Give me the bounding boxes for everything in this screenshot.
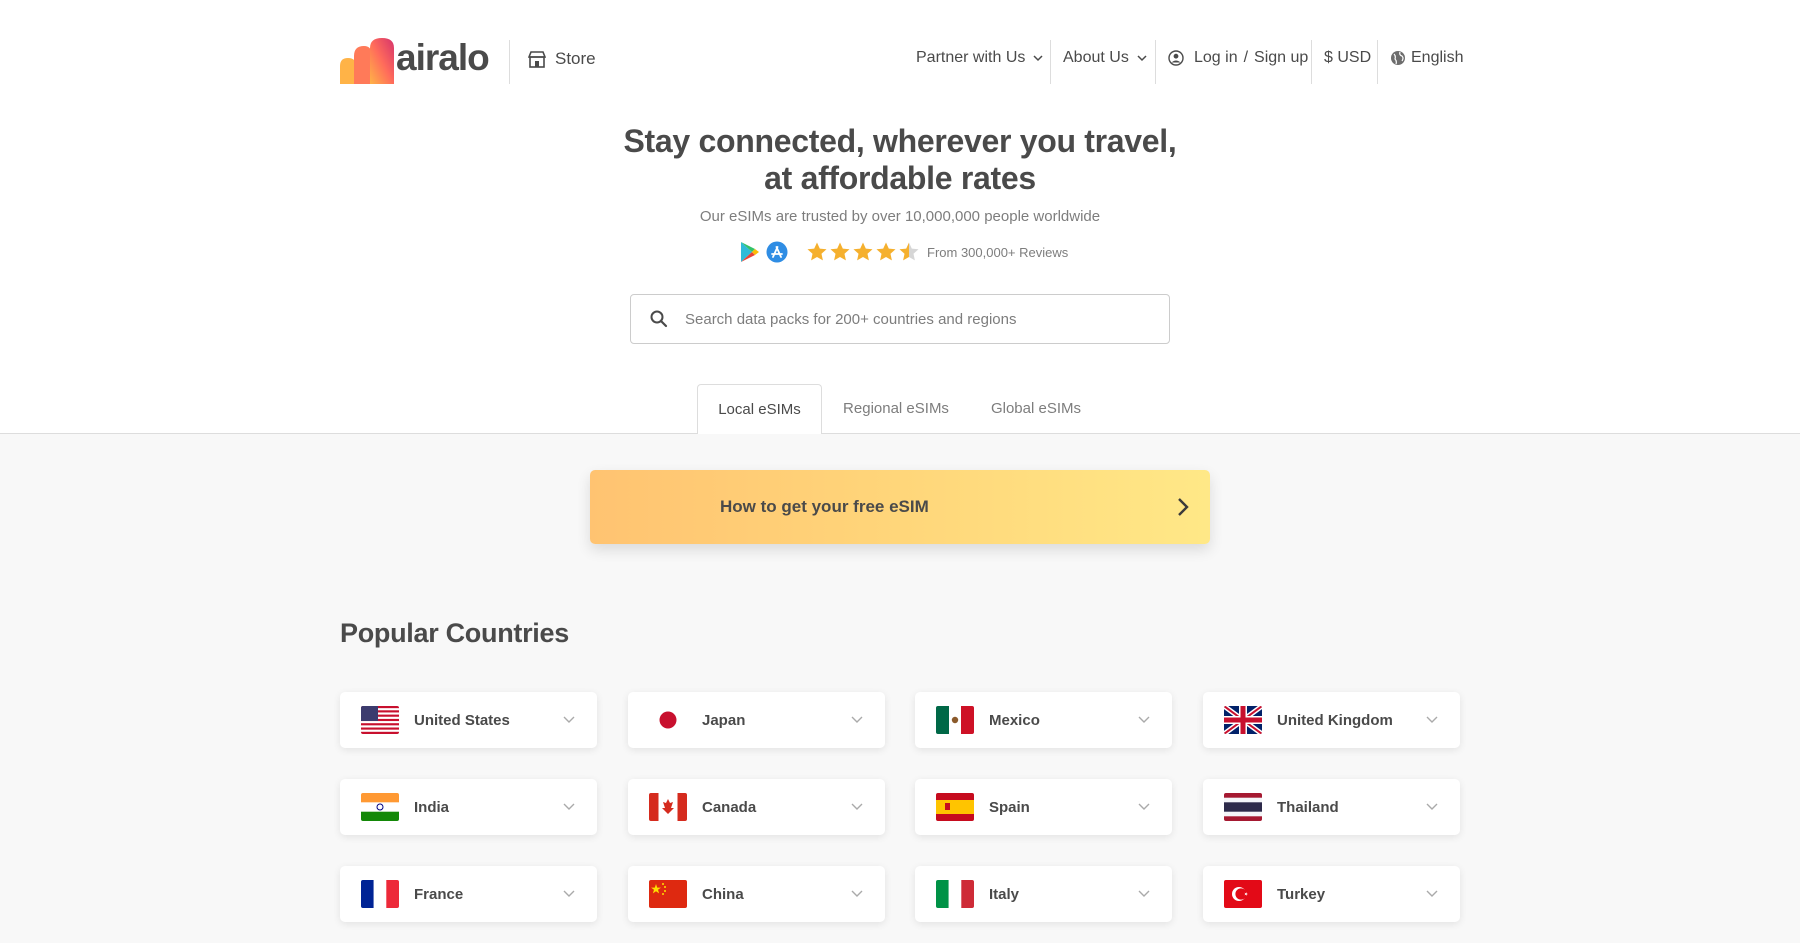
chevron-down-icon [563, 890, 575, 897]
country-name: Japan [702, 711, 746, 729]
chevron-down-icon [1137, 55, 1147, 62]
globe-icon [1391, 51, 1405, 65]
star-full-icon [876, 242, 896, 261]
store-link[interactable]: Store [528, 49, 596, 69]
chevron-down-icon [1033, 55, 1043, 62]
chevron-down-icon [563, 803, 575, 810]
tab-local-esims[interactable]: Local eSIMs [697, 384, 822, 434]
country-card-japan[interactable]: Japan [628, 692, 885, 748]
country-name: Turkey [1277, 885, 1326, 903]
chevron-down-icon [1426, 716, 1438, 723]
mexico-flag-icon [936, 706, 974, 734]
chevron-down-icon [851, 803, 863, 810]
thailand-flag-icon [1224, 793, 1262, 821]
rating-stars [806, 241, 921, 263]
currency-label: $ USD [1324, 49, 1372, 66]
country-name: India [414, 798, 450, 816]
chevron-down-icon [1138, 890, 1150, 897]
country-name: Mexico [989, 711, 1040, 729]
about-label: About Us [1063, 49, 1129, 66]
star-full-icon [830, 242, 850, 261]
reviews-count: From 300,000+ Reviews [927, 244, 1069, 260]
account-menu: Log in / Sign up [1168, 49, 1308, 67]
country-card-united-states[interactable]: United States [340, 692, 597, 748]
search-icon [650, 310, 668, 328]
nav-divider [509, 40, 510, 84]
country-name: Canada [702, 798, 757, 816]
japan-flag-icon [649, 706, 687, 734]
hero-subtitle: Our eSIMs are trusted by over 10,000,000… [699, 208, 1101, 225]
nav-divider [1377, 40, 1378, 84]
star-full-icon [853, 242, 873, 261]
country-card-india[interactable]: India [340, 779, 597, 835]
chevron-right-icon [1178, 498, 1189, 516]
nav-divider [1311, 40, 1312, 84]
italy-flag-icon [936, 880, 974, 908]
chevron-down-icon [851, 716, 863, 723]
search-input[interactable] [683, 309, 1127, 329]
uk-flag-icon [1224, 706, 1262, 734]
currency-selector[interactable]: $ USD [1324, 49, 1371, 67]
google-play-icon[interactable] [740, 241, 760, 263]
hero-title: Stay connected, wherever you travel, at … [0, 123, 1800, 197]
country-card-mexico[interactable]: Mexico [915, 692, 1172, 748]
turkey-flag-icon [1224, 880, 1262, 908]
chevron-down-icon [1426, 803, 1438, 810]
banner-text: How to get your free eSIM [720, 497, 929, 516]
country-card-italy[interactable]: Italy [915, 866, 1172, 922]
country-card-thailand[interactable]: Thailand [1203, 779, 1460, 835]
rating-row: From 300,000+ Reviews [740, 241, 1068, 263]
chevron-down-icon [1426, 890, 1438, 897]
login-link[interactable]: Log in [1194, 49, 1238, 67]
hero-title-line-2: at affordable rates [764, 160, 1036, 196]
tab-global-esims[interactable]: Global eSIMs [978, 384, 1094, 433]
country-name: Italy [989, 885, 1020, 903]
star-full-icon [807, 242, 827, 261]
store-label: Store [555, 49, 596, 68]
user-icon [1168, 50, 1184, 66]
airalo-logo[interactable]: airalo [340, 37, 490, 84]
chevron-down-icon [563, 716, 575, 723]
tab-regional-esims[interactable]: Regional eSIMs [832, 384, 960, 433]
chevron-down-icon [851, 890, 863, 897]
canada-flag-icon [649, 793, 687, 821]
nav-divider [1155, 40, 1156, 84]
search-box[interactable] [630, 294, 1170, 344]
country-card-spain[interactable]: Spain [915, 779, 1172, 835]
language-selector[interactable]: English [1390, 49, 1463, 67]
country-card-united-kingdom[interactable]: United Kingdom [1203, 692, 1460, 748]
china-flag-icon [649, 880, 687, 908]
country-card-turkey[interactable]: Turkey [1203, 866, 1460, 922]
logo-text: airalo [396, 37, 490, 78]
popular-countries-title: Popular Countries [340, 618, 569, 648]
partner-label: Partner with Us [916, 49, 1026, 66]
hero-title-line-1: Stay connected, wherever you travel, [623, 123, 1177, 159]
login-separator: / [1243, 49, 1249, 66]
partner-menu[interactable]: Partner with Us [916, 49, 1043, 67]
country-name: Thailand [1277, 798, 1339, 816]
star-half-icon [899, 242, 919, 261]
country-card-france[interactable]: France [340, 866, 597, 922]
country-card-canada[interactable]: Canada [628, 779, 885, 835]
about-menu[interactable]: About Us [1063, 49, 1147, 67]
country-name: China [702, 885, 744, 903]
signup-link[interactable]: Sign up [1254, 49, 1308, 67]
app-store-icon[interactable] [766, 241, 788, 263]
free-esim-banner[interactable]: How to get your free eSIM [590, 470, 1210, 544]
nav-divider [1050, 40, 1051, 84]
country-name: France [414, 885, 464, 903]
spain-flag-icon [936, 793, 974, 821]
country-name: United States [414, 711, 510, 729]
france-flag-icon [361, 880, 399, 908]
india-flag-icon [361, 793, 399, 821]
chevron-down-icon [1138, 803, 1150, 810]
chevron-down-icon [1138, 716, 1150, 723]
country-card-china[interactable]: China [628, 866, 885, 922]
country-name: United Kingdom [1277, 711, 1393, 729]
us-flag-icon [361, 706, 399, 734]
airalo-logo-icon [340, 38, 394, 84]
language-label: English [1411, 49, 1464, 66]
store-icon [528, 51, 546, 68]
country-name: Spain [989, 798, 1030, 816]
